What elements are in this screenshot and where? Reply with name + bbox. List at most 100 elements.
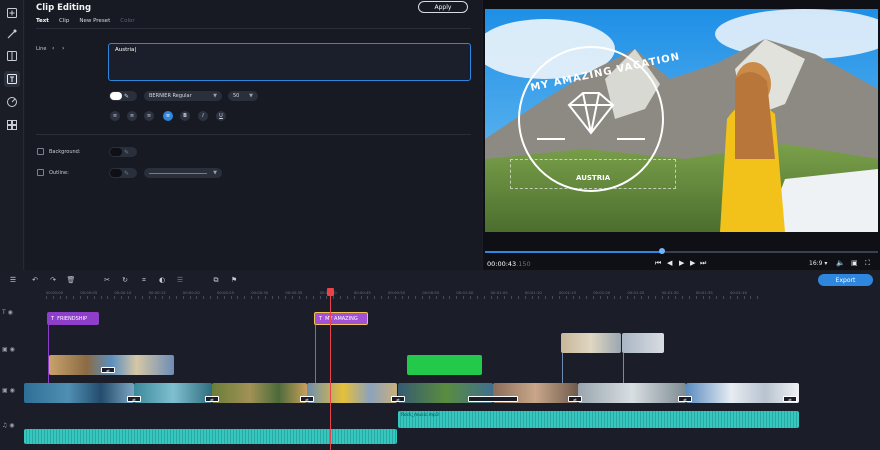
transition-icon[interactable]: ⇄ — [783, 396, 797, 402]
stickers-icon[interactable] — [4, 94, 20, 110]
tab-text[interactable]: Text — [36, 18, 49, 24]
green-screen-clip[interactable] — [407, 355, 482, 375]
transition-bar[interactable] — [468, 396, 518, 402]
overlay-clip-3[interactable] — [622, 333, 664, 353]
ruler-label: 00:00:45 — [353, 290, 371, 295]
line-prev-button[interactable]: ‹ — [52, 45, 54, 52]
font-size-select[interactable]: 50 ▼ — [228, 91, 258, 101]
clip-properties-icon[interactable]: ☰ — [175, 275, 185, 285]
background-checkbox[interactable] — [37, 148, 44, 155]
align-left-button[interactable]: ≡ — [110, 111, 120, 121]
title-clip-friendship[interactable]: T FRIENDSHIP — [47, 312, 99, 325]
ruler-tick — [394, 296, 396, 299]
marker-icon[interactable]: ⚑ — [229, 275, 239, 285]
line-next-button[interactable]: › — [62, 45, 64, 52]
step-back-icon[interactable]: ◀ — [667, 259, 672, 267]
preview-player: MY AMAZING VACATION AUSTRIA 00:00:43.150… — [483, 0, 880, 270]
tab-clip[interactable]: Clip — [59, 18, 69, 24]
ruler-tick — [682, 296, 683, 299]
title-clip-my-amazing[interactable]: T MY AMAZING — [314, 312, 368, 325]
transition-icon[interactable]: ⇄ — [568, 396, 582, 402]
align-justify-button[interactable]: ≡ — [163, 111, 173, 121]
title-text-value: Austria — [115, 47, 135, 53]
video-preview[interactable]: MY AMAZING VACATION AUSTRIA — [485, 9, 878, 232]
export-button[interactable]: Export — [818, 274, 873, 286]
rotate-icon[interactable]: ↻ — [120, 275, 130, 285]
ruler-tick — [114, 296, 116, 299]
aspect-ratio-select[interactable]: 16:9 ▾ — [809, 260, 827, 267]
outline-checkbox[interactable] — [37, 169, 44, 176]
text-color-picker[interactable]: ✎ — [109, 91, 137, 101]
ruler-tick — [483, 296, 485, 299]
background-color-swatch — [110, 148, 122, 156]
color-adjust-icon[interactable]: ◐ — [157, 275, 167, 285]
titles-icon[interactable] — [4, 71, 20, 87]
undo-icon[interactable]: ↶ — [30, 275, 40, 285]
chevron-down-icon: ▾ — [824, 260, 828, 267]
tab-divider — [36, 28, 471, 29]
seek-handle[interactable] — [658, 248, 665, 254]
align-right-button[interactable]: ≡ — [127, 111, 137, 121]
transitions-icon[interactable] — [4, 48, 20, 64]
seek-bar[interactable] — [485, 251, 878, 253]
underline-button[interactable]: U — [216, 111, 226, 121]
video-clip[interactable] — [134, 383, 212, 403]
italic-button[interactable]: I — [198, 111, 208, 121]
step-forward-icon[interactable]: ▶ — [690, 259, 695, 267]
redo-icon[interactable]: ↷ — [48, 275, 58, 285]
cut-icon[interactable]: ✂ — [102, 275, 112, 285]
bold-icon: B — [183, 113, 187, 119]
tab-new-preset[interactable]: New Preset — [79, 18, 110, 24]
import-icon[interactable] — [4, 5, 20, 21]
ruler-tick — [121, 296, 123, 299]
video-clip[interactable] — [212, 383, 307, 403]
apply-button[interactable]: Apply — [418, 1, 468, 13]
ruler-tick — [305, 296, 307, 299]
outline-color-picker[interactable]: ✎ — [109, 168, 137, 178]
text-selection-box[interactable] — [510, 159, 676, 189]
ruler-tick — [52, 296, 54, 299]
align-center-icon: ≡ — [146, 113, 152, 119]
outline-label: Outline: — [49, 170, 69, 176]
transition-icon[interactable]: ⇄ — [205, 396, 219, 402]
video-clip[interactable] — [24, 383, 134, 403]
overlay-clip-2[interactable] — [561, 333, 621, 353]
delete-icon[interactable]: 🗑 — [66, 275, 76, 285]
ruler-tick — [606, 296, 608, 299]
background-color-picker[interactable]: ✎ — [109, 147, 137, 157]
play-icon[interactable]: ▶ — [679, 259, 684, 267]
transition-icon[interactable]: ⇄ — [678, 396, 692, 402]
audio-clip-2[interactable]: Rock_music.mp3 — [398, 411, 799, 428]
add-track-icon[interactable]: ☰ — [8, 275, 18, 285]
ruler-label: 00:01:10 — [524, 290, 542, 295]
audio-icon[interactable]: ⧉ — [211, 275, 221, 285]
bold-button[interactable]: B — [180, 111, 190, 121]
time-ruler[interactable]: 00:00:00 00:00:05 00:00:10 00:00:15 00:00:20… — [24, 288, 880, 300]
audio-clip-label: Rock_music.mp3 — [401, 413, 439, 418]
playhead-handle[interactable] — [327, 288, 334, 296]
skip-forward-icon[interactable]: ⏭ — [700, 259, 706, 268]
ruler-tick — [128, 296, 129, 299]
ruler-tick — [634, 296, 636, 299]
transition-icon[interactable]: ⇄ — [391, 396, 405, 402]
volume-icon[interactable]: 🔈 — [836, 259, 845, 267]
magic-wand-icon[interactable] — [4, 26, 20, 42]
crop-icon[interactable]: ⌗ — [139, 275, 149, 285]
fullscreen-icon[interactable]: ⛶ — [865, 259, 870, 268]
transition-icon[interactable]: ⇄ — [127, 396, 141, 402]
video-clip[interactable] — [307, 383, 397, 403]
transition-icon[interactable]: ⇄ — [300, 396, 314, 402]
skip-back-icon[interactable]: ⏮ — [655, 259, 661, 268]
transition-icon[interactable]: ⇄ — [101, 367, 115, 373]
audio-track-icon: ♫ ◉ — [2, 422, 15, 429]
align-center-button[interactable]: ≡ — [144, 111, 154, 121]
snapshot-icon[interactable]: ▣ — [851, 259, 858, 267]
video-clip[interactable] — [578, 383, 686, 403]
font-select[interactable]: BERNIER Regular ▼ — [144, 91, 222, 101]
title-clip-icon: T — [51, 315, 55, 322]
audio-clip-1[interactable] — [24, 429, 397, 444]
title-text-input[interactable]: Austria| — [108, 43, 471, 81]
more-tools-icon[interactable] — [4, 117, 20, 133]
outline-width-select[interactable]: ▼ — [144, 168, 222, 178]
video-track-icon: ▣ ◉ — [2, 387, 15, 394]
